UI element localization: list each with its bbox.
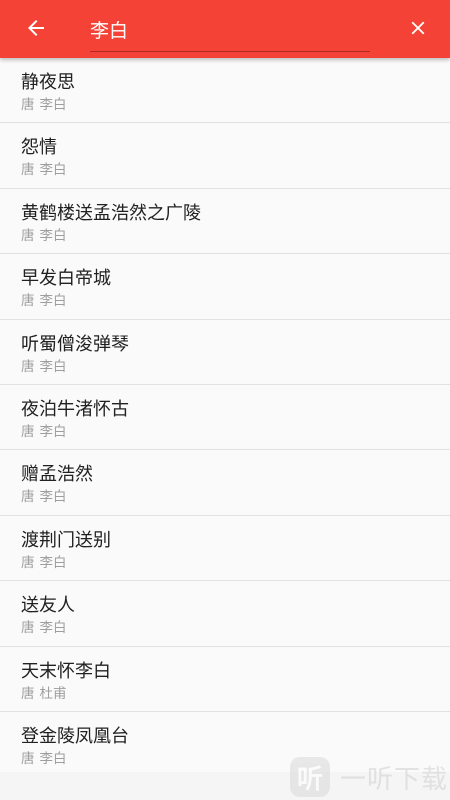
watermark-text: 一听下载: [340, 764, 449, 795]
poem-meta: 唐李白: [21, 358, 450, 376]
poem-dynasty: 唐: [21, 358, 35, 375]
poem-dynasty: 唐: [21, 489, 35, 506]
poem-meta: 唐李白: [21, 292, 450, 310]
list-item[interactable]: 渡荆门送别 唐李白: [0, 516, 450, 582]
arrow-left-icon: [28, 20, 44, 36]
poem-author: 杜甫: [39, 685, 67, 702]
poem-title: 早发白帝城: [21, 268, 111, 290]
poem-dynasty: 唐: [21, 750, 35, 767]
poem-author: 李白: [39, 358, 67, 375]
poem-author: 李白: [39, 97, 67, 113]
list-item[interactable]: 怨情 唐李白: [0, 123, 450, 189]
poem-title: 静夜思: [21, 72, 75, 93]
list-item[interactable]: 静夜思 唐李白: [0, 58, 450, 124]
poem-author: 李白: [39, 162, 67, 179]
poem-meta: 唐李白: [21, 423, 450, 441]
watermark: 听 一听下载: [290, 756, 450, 798]
poem-meta: 唐李白: [21, 227, 450, 245]
list-item[interactable]: 早发白帝城 唐李白: [0, 254, 450, 320]
poem-author: 李白: [39, 620, 67, 637]
list-item[interactable]: 送友人 唐李白: [0, 581, 450, 647]
poem-dynasty: 唐: [21, 423, 35, 440]
close-icon: [411, 21, 425, 35]
poem-meta: 唐李白: [21, 96, 450, 114]
list-item[interactable]: 夜泊牛渚怀古 唐李白: [0, 385, 450, 451]
poem-author: 李白: [39, 293, 67, 310]
poem-meta: 唐杜甫: [21, 685, 450, 703]
poem-title: 送友人: [21, 595, 75, 617]
clear-button[interactable]: [400, 10, 436, 46]
poem-title: 渡荆门送别: [21, 529, 111, 551]
poem-title: 听蜀僧浚弹琴: [21, 333, 129, 355]
back-button[interactable]: [18, 10, 54, 46]
poem-author: 李白: [39, 489, 67, 506]
list-item[interactable]: 赠孟浩然 唐李白: [0, 450, 450, 516]
poem-author: 李白: [39, 227, 67, 244]
poem-title: 天末怀李白: [21, 660, 111, 682]
poem-title: 怨情: [21, 137, 57, 159]
poem-dynasty: 唐: [21, 620, 35, 637]
poem-author: 李白: [39, 750, 67, 767]
list-item[interactable]: 听蜀僧浚弹琴 唐李白: [0, 320, 450, 385]
poem-title: 夜泊牛渚怀古: [21, 398, 129, 420]
poem-meta: 唐李白: [21, 161, 450, 179]
poem-dynasty: 唐: [21, 554, 35, 571]
poem-dynasty: 唐: [21, 685, 35, 702]
poem-title: 赠孟浩然: [21, 464, 93, 486]
poem-author: 李白: [39, 423, 67, 440]
app-bar: [0, 0, 450, 58]
search-input[interactable]: [90, 10, 370, 46]
poem-author: 李白: [39, 554, 67, 571]
poem-meta: 唐李白: [21, 554, 450, 572]
poem-meta: 唐李白: [21, 619, 450, 637]
poem-dynasty: 唐: [21, 97, 35, 113]
results-list: 静夜思 唐李白 怨情 唐李白 黄鹤楼送孟浩然之广陵 唐李白 早发白帝城 唐李白 …: [0, 58, 450, 778]
list-item[interactable]: 天末怀李白 唐杜甫: [0, 647, 450, 712]
search-field: [90, 10, 370, 52]
poem-dynasty: 唐: [21, 162, 35, 179]
poem-dynasty: 唐: [21, 293, 35, 310]
poem-dynasty: 唐: [21, 227, 35, 244]
watermark-logo-icon: 听: [290, 757, 330, 797]
list-item[interactable]: 黄鹤楼送孟浩然之广陵 唐李白: [0, 189, 450, 255]
poem-title: 登金陵凤凰台: [21, 725, 129, 747]
poem-title: 黄鹤楼送孟浩然之广陵: [21, 202, 201, 224]
poem-meta: 唐李白: [21, 488, 450, 506]
